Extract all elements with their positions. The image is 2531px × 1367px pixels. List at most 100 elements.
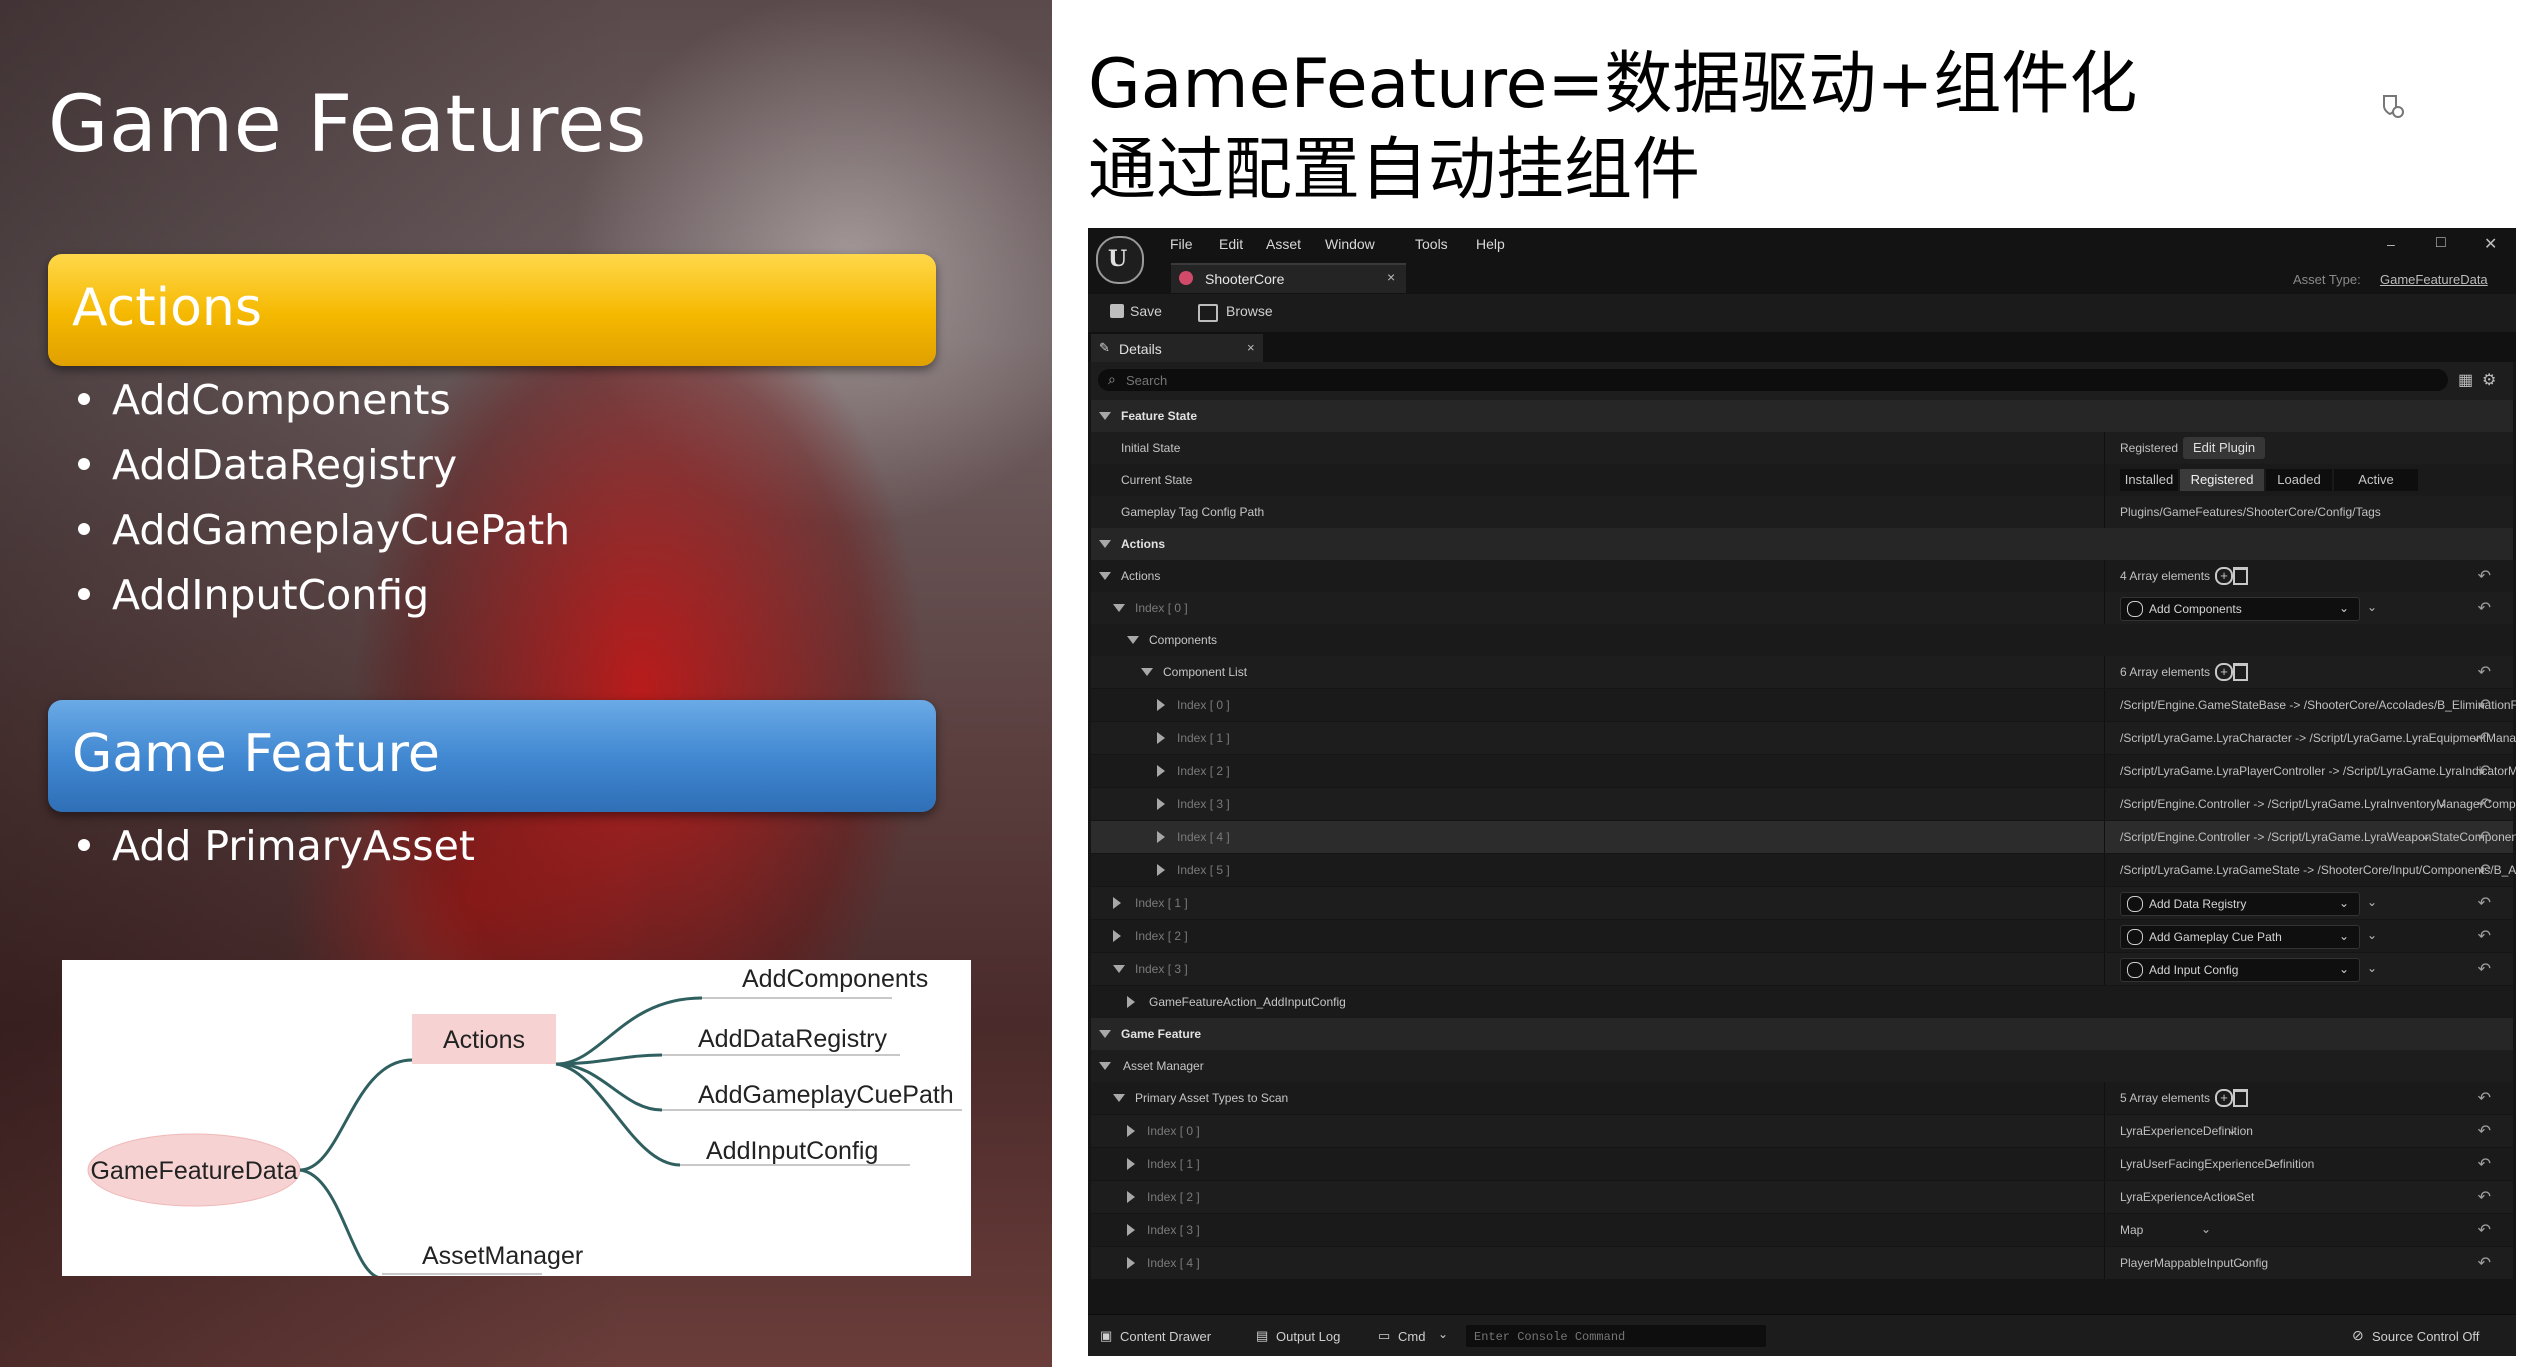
expand-arrow-icon[interactable] [1157,699,1165,711]
chevron-down-icon[interactable]: ⌄ [2437,796,2447,810]
trash-icon[interactable] [2233,567,2248,585]
expand-arrow-icon[interactable] [1127,1191,1135,1203]
chevron-down-icon[interactable]: ⌄ [2227,1189,2237,1203]
reset-to-default-icon[interactable]: ↶ [2478,1154,2491,1174]
menu-file[interactable]: File [1170,236,1193,252]
chevron-down-icon[interactable]: ⌄ [2227,1123,2237,1137]
console-command-box[interactable] [1466,1325,1766,1347]
expand-arrow-icon[interactable] [1127,996,1135,1008]
category-game-feature[interactable]: Game Feature [1091,1018,2513,1050]
collapse-arrow-icon[interactable] [1099,412,1111,420]
collapse-arrow-icon[interactable] [1099,540,1111,548]
primary-asset-type-value[interactable]: LyraUserFacingExperienceDefinition [2120,1157,2314,1171]
collapse-arrow-icon[interactable] [1099,1062,1111,1070]
expand-arrow-icon[interactable] [1157,864,1165,876]
reset-to-default-icon[interactable]: ↶ [2478,827,2491,847]
edit-plugin-button[interactable]: Edit Plugin [2183,437,2266,459]
browse-icon[interactable] [1198,304,1218,322]
reset-to-default-icon[interactable]: ↶ [2478,662,2491,682]
primary-asset-type-value[interactable]: Map [2120,1223,2143,1237]
reset-to-default-icon[interactable]: ↶ [2478,598,2491,618]
action-type-dropdown[interactable]: Add Gameplay Cue Path ⌄ [2120,925,2360,949]
save-button[interactable]: Save [1130,303,1162,319]
collapse-arrow-icon[interactable] [1113,965,1125,973]
chevron-down-icon[interactable]: ⌄ [2367,600,2377,614]
menu-asset[interactable]: Asset [1266,236,1301,252]
close-window-button[interactable]: ✕ [2484,234,2497,254]
subcategory-asset-manager[interactable]: Asset Manager [1091,1050,2513,1082]
action-type-dropdown[interactable]: Add Components ⌄ [2120,597,2360,621]
reset-to-default-icon[interactable]: ↶ [2478,1187,2491,1207]
terminal-icon[interactable]: ▭ [1378,1328,1390,1344]
reset-to-default-icon[interactable]: ↶ [2478,860,2491,880]
reset-to-default-icon[interactable]: ↶ [2478,1253,2491,1273]
expand-arrow-icon[interactable] [1127,1158,1135,1170]
reset-to-default-icon[interactable]: ↶ [2478,761,2491,781]
add-element-icon[interactable]: + [2215,663,2233,681]
output-log-icon[interactable]: ▤ [1256,1328,1268,1344]
collapse-arrow-icon[interactable] [1127,636,1139,644]
component-mapping-value[interactable]: /Script/LyraGame.LyraGameState -> /Shoot… [2120,863,2516,877]
state-installed-button[interactable]: Installed [2120,469,2178,491]
view-options-icon[interactable]: ▦ [2458,370,2473,390]
component-mapping-value[interactable]: /Script/LyraGame.LyraPlayerController ->… [2120,764,2516,778]
chevron-down-icon[interactable]: ⌄ [2367,961,2377,975]
save-icon[interactable] [1110,304,1124,318]
state-loaded-button[interactable]: Loaded [2266,469,2332,491]
chevron-down-icon[interactable]: ⌄ [1438,1327,1448,1341]
expand-arrow-icon[interactable] [1113,897,1121,909]
collapse-arrow-icon[interactable] [1099,1030,1111,1038]
collapse-arrow-icon[interactable] [1099,572,1111,580]
state-active-button[interactable]: Active [2334,469,2418,491]
reset-to-default-icon[interactable]: ↶ [2478,959,2491,979]
category-feature-state[interactable]: Feature State [1091,400,2513,432]
gear-icon[interactable]: ⚙ [2482,370,2496,390]
content-drawer-button[interactable]: Content Drawer [1120,1329,1211,1344]
menu-help[interactable]: Help [1476,236,1505,252]
chevron-down-icon[interactable]: ⌄ [2421,829,2431,843]
cmd-selector[interactable]: Cmd [1398,1329,1425,1344]
unreal-logo-icon[interactable]: U [1096,236,1144,284]
shield-settings-icon[interactable] [2378,92,2406,120]
component-mapping-value[interactable]: /Script/Engine.GameStateBase -> /Shooter… [2120,698,2516,712]
reset-to-default-icon[interactable]: ↶ [2478,1220,2491,1240]
trash-icon[interactable] [2233,663,2248,681]
browse-button[interactable]: Browse [1226,303,1273,319]
tag-config-path-value[interactable]: Plugins/GameFeatures/ShooterCore/Config/… [2120,505,2381,519]
expand-arrow-icon[interactable] [1113,930,1121,942]
details-close-icon[interactable]: × [1247,340,1255,355]
category-actions[interactable]: Actions [1091,528,2513,560]
chevron-down-icon[interactable]: ⌄ [2237,1255,2247,1269]
action-type-dropdown[interactable]: Add Data Registry ⌄ [2120,892,2360,916]
output-log-button[interactable]: Output Log [1276,1329,1340,1344]
search-box[interactable]: ⌕ [1098,369,2448,391]
content-drawer-icon[interactable]: ▣ [1100,1328,1112,1344]
menu-tools[interactable]: Tools [1415,236,1448,252]
action-type-dropdown[interactable]: Add Input Config ⌄ [2120,958,2360,982]
chevron-down-icon[interactable]: ⌄ [2367,928,2377,942]
menu-window[interactable]: Window [1325,236,1375,252]
menu-edit[interactable]: Edit [1219,236,1243,252]
add-element-icon[interactable]: + [2215,567,2233,585]
component-mapping-value[interactable]: /Script/LyraGame.LyraCharacter -> /Scrip… [2120,731,2516,745]
asset-type-link[interactable]: GameFeatureData [2380,272,2488,287]
reset-to-default-icon[interactable]: ↶ [2478,695,2491,715]
expand-arrow-icon[interactable] [1157,732,1165,744]
expand-arrow-icon[interactable] [1127,1125,1135,1137]
reset-to-default-icon[interactable]: ↶ [2478,926,2491,946]
source-control-status[interactable]: Source Control Off [2372,1329,2479,1344]
maximize-button[interactable]: □ [2436,234,2446,252]
expand-arrow-icon[interactable] [1157,765,1165,777]
collapse-arrow-icon[interactable] [1113,604,1125,612]
reset-to-default-icon[interactable]: ↶ [2478,728,2491,748]
reset-to-default-icon[interactable]: ↶ [2478,1121,2491,1141]
reset-to-default-icon[interactable]: ↶ [2478,566,2491,586]
tab-details[interactable]: ✎ Details × [1091,334,1263,362]
tab-close-icon[interactable]: × [1387,269,1395,285]
chevron-down-icon[interactable]: ⌄ [2267,1156,2277,1170]
state-registered-button[interactable]: Registered [2180,469,2264,491]
component-mapping-value[interactable]: /Script/Engine.Controller -> /Script/Lyr… [2120,797,2516,811]
collapse-arrow-icon[interactable] [1141,668,1153,676]
collapse-arrow-icon[interactable] [1113,1094,1125,1102]
chevron-down-icon[interactable]: ⌄ [2201,1222,2211,1236]
